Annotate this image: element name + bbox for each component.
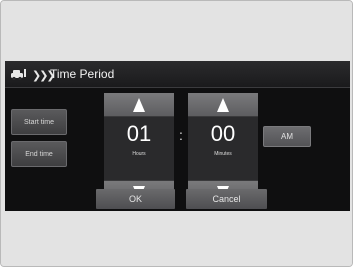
ok-button[interactable]: OK	[96, 189, 175, 209]
top-bezel	[1, 1, 352, 61]
minutes-value: 00	[210, 121, 236, 146]
time-separator: :	[179, 127, 183, 143]
hours-up-button[interactable]	[104, 93, 174, 117]
minutes-unit-label: Minutes	[214, 151, 232, 157]
cancel-button[interactable]: Cancel	[186, 189, 267, 209]
title-bar: ❯❯❯ Time Period	[5, 61, 350, 88]
up-arrow-icon	[217, 97, 229, 112]
display-screen: ❯❯❯ Time Period Start time End time 01 H…	[5, 61, 350, 211]
car-icon	[11, 69, 26, 81]
end-time-button[interactable]: End time	[11, 141, 67, 167]
device-frame: ❯❯❯ Time Period Start time End time 01 H…	[0, 0, 353, 267]
hours-spinner: 01 Hours	[104, 93, 174, 204]
up-arrow-icon	[133, 97, 145, 112]
page-title: Time Period	[50, 67, 115, 81]
am-pm-toggle[interactable]: AM	[263, 126, 311, 147]
bottom-bezel	[1, 211, 352, 266]
hours-unit-label: Hours	[132, 151, 146, 157]
start-time-button[interactable]: Start time	[11, 109, 67, 135]
hours-value: 01	[126, 121, 152, 146]
minutes-up-button[interactable]	[188, 93, 258, 117]
minutes-spinner: 00 Minutes	[188, 93, 258, 204]
